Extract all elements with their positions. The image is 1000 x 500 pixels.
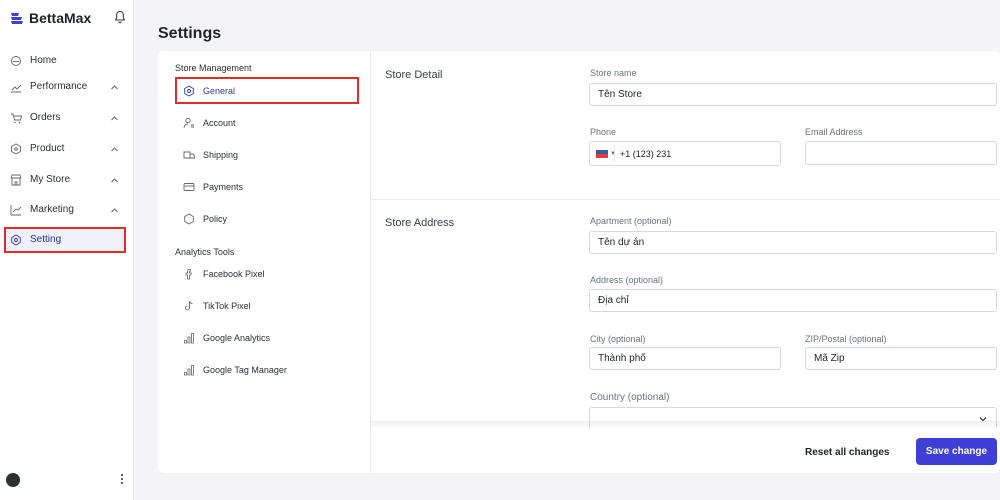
brand-name: BettaMax (29, 10, 92, 26)
sidebar-item-label: Marketing (30, 204, 74, 215)
settings-nav: Store Management General Account Shippin… (158, 51, 371, 473)
box-icon (10, 143, 22, 155)
phone-field[interactable]: ▼ +1 (123) 231 (589, 141, 781, 166)
store-address-heading: Store Address (385, 217, 455, 229)
store-name-input[interactable] (589, 83, 997, 106)
sidebar: BettaMax Home Performance Orders Product… (0, 0, 134, 500)
bar-chart-icon (183, 332, 195, 344)
store-detail-heading: Store Detail (385, 69, 443, 81)
apartment-label: Apartment (optional) (590, 216, 672, 226)
settings-item-shipping[interactable]: Shipping (175, 141, 359, 168)
settings-item-general[interactable]: General (175, 77, 359, 104)
sidebar-item-label: Home (30, 55, 57, 66)
settings-item-google-analytics[interactable]: Google Analytics (175, 324, 359, 351)
truck-icon (183, 149, 195, 161)
chevron-up-icon[interactable] (110, 114, 119, 123)
country-label: Country (optional) (590, 392, 670, 403)
store-icon (10, 174, 22, 186)
analytics-tools-title: Analytics Tools (175, 247, 235, 257)
chevron-up-icon[interactable] (110, 83, 119, 92)
email-input[interactable] (805, 141, 997, 165)
settings-item-account[interactable]: Account (175, 109, 359, 136)
settings-item-label: General (203, 86, 236, 96)
avatar[interactable] (6, 473, 20, 487)
apartment-input[interactable] (589, 231, 997, 254)
settings-item-google-tag-manager[interactable]: Google Tag Manager (175, 356, 359, 383)
bettamax-logo-icon (10, 12, 24, 25)
form-footer: Reset all changes Save change (371, 427, 1000, 473)
brand[interactable]: BettaMax (10, 10, 91, 26)
sidebar-item-marketing[interactable]: Marketing (4, 197, 126, 223)
settings-item-label: Google Tag Manager (203, 365, 287, 375)
more-options-icon[interactable] (120, 474, 124, 486)
store-management-title: Store Management (175, 63, 252, 73)
cart-icon (10, 112, 23, 124)
zip-label: ZIP/Postal (optional) (805, 334, 887, 344)
chevron-up-icon[interactable] (110, 145, 119, 154)
city-input[interactable] (589, 347, 781, 370)
gear-icon (10, 234, 22, 246)
settings-item-label: TikTok Pixel (203, 301, 251, 311)
chevron-down-icon[interactable]: ▼ (610, 151, 616, 157)
settings-item-label: Shipping (203, 150, 239, 160)
settings-item-payments[interactable]: Payments (175, 173, 359, 200)
chevron-up-icon[interactable] (110, 176, 119, 185)
settings-item-tiktok-pixel[interactable]: TikTok Pixel (175, 292, 359, 319)
zip-input[interactable] (805, 347, 997, 370)
card-icon (183, 181, 195, 193)
address-label: Address (optional) (590, 275, 664, 285)
section-divider (371, 199, 1000, 200)
settings-item-label: Policy (203, 214, 228, 224)
home-icon (10, 55, 22, 67)
page-title: Settings (158, 25, 222, 42)
sidebar-item-label: My Store (30, 174, 71, 185)
user-icon (183, 117, 195, 129)
facebook-icon (183, 268, 195, 280)
settings-item-label: Payments (203, 182, 244, 192)
bar-chart-icon (183, 364, 195, 376)
store-name-label: Store name (590, 68, 637, 78)
sidebar-item-my-store[interactable]: My Store (4, 167, 126, 193)
sidebar-item-orders[interactable]: Orders (4, 105, 126, 131)
sidebar-item-label: Product (30, 143, 65, 154)
sidebar-item-performance[interactable]: Performance (4, 74, 126, 100)
hexagon-gear-icon (183, 85, 195, 97)
tiktok-icon (183, 300, 195, 312)
user-menu[interactable] (4, 471, 130, 489)
settings-item-label: Google Analytics (203, 333, 271, 343)
general-settings-form: Store Detail Store name Phone ▼ +1 (123)… (371, 51, 1000, 427)
reset-all-changes-button[interactable]: Reset all changes (805, 439, 889, 465)
sidebar-item-label: Setting (30, 234, 62, 245)
sidebar-item-product[interactable]: Product (4, 136, 126, 162)
settings-panel: Store Management General Account Shippin… (158, 51, 1000, 473)
settings-item-policy[interactable]: Policy (175, 205, 359, 232)
phone-label: Phone (590, 127, 617, 137)
settings-item-label: Facebook Pixel (203, 269, 265, 279)
email-label: Email Address (805, 127, 863, 137)
phone-divider (614, 145, 615, 162)
marketing-icon (10, 204, 22, 216)
save-change-button[interactable]: Save change (916, 438, 997, 465)
city-label: City (optional) (590, 334, 646, 344)
chevron-up-icon[interactable] (110, 206, 119, 215)
sidebar-item-home[interactable]: Home (4, 48, 126, 74)
bell-icon[interactable] (114, 10, 126, 24)
address-input[interactable] (589, 289, 997, 312)
us-flag-icon[interactable] (596, 150, 608, 158)
settings-item-facebook-pixel[interactable]: Facebook Pixel (175, 260, 359, 287)
phone-input[interactable]: +1 (123) 231 (620, 149, 671, 159)
chart-icon (10, 81, 22, 93)
sidebar-item-label: Orders (30, 112, 61, 123)
sidebar-item-setting[interactable]: Setting (4, 227, 126, 253)
settings-item-label: Account (203, 118, 236, 128)
shield-icon (183, 213, 195, 225)
sidebar-item-label: Performance (30, 81, 88, 92)
